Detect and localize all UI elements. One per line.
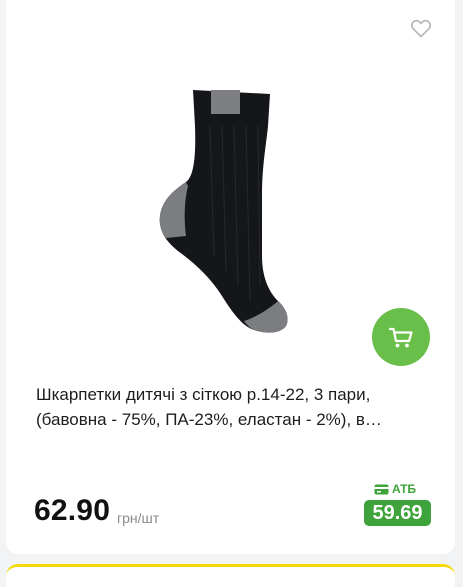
- product-title[interactable]: Шкарпетки дитячі з сіткою р.14-22, 3 пар…: [36, 382, 432, 432]
- product-price: 62.90: [34, 494, 111, 527]
- loyalty-label-text: АТБ: [392, 482, 417, 496]
- product-card[interactable]: Шкарпетки дитячі з сіткою р.14-22, 3 пар…: [6, 0, 455, 554]
- loyalty-label: АТБ: [374, 482, 416, 496]
- next-product-card[interactable]: [6, 564, 455, 587]
- product-image[interactable]: [6, 60, 455, 350]
- price-unit: грн/шт: [117, 510, 160, 526]
- sock-image: [159, 90, 288, 333]
- heart-outline-icon: [410, 19, 432, 38]
- favorite-button[interactable]: [409, 16, 433, 40]
- add-to-cart-button[interactable]: [372, 308, 430, 366]
- loyalty-price: 59.69: [364, 500, 431, 526]
- cart-icon: [388, 327, 413, 348]
- card-icon: [374, 484, 389, 494]
